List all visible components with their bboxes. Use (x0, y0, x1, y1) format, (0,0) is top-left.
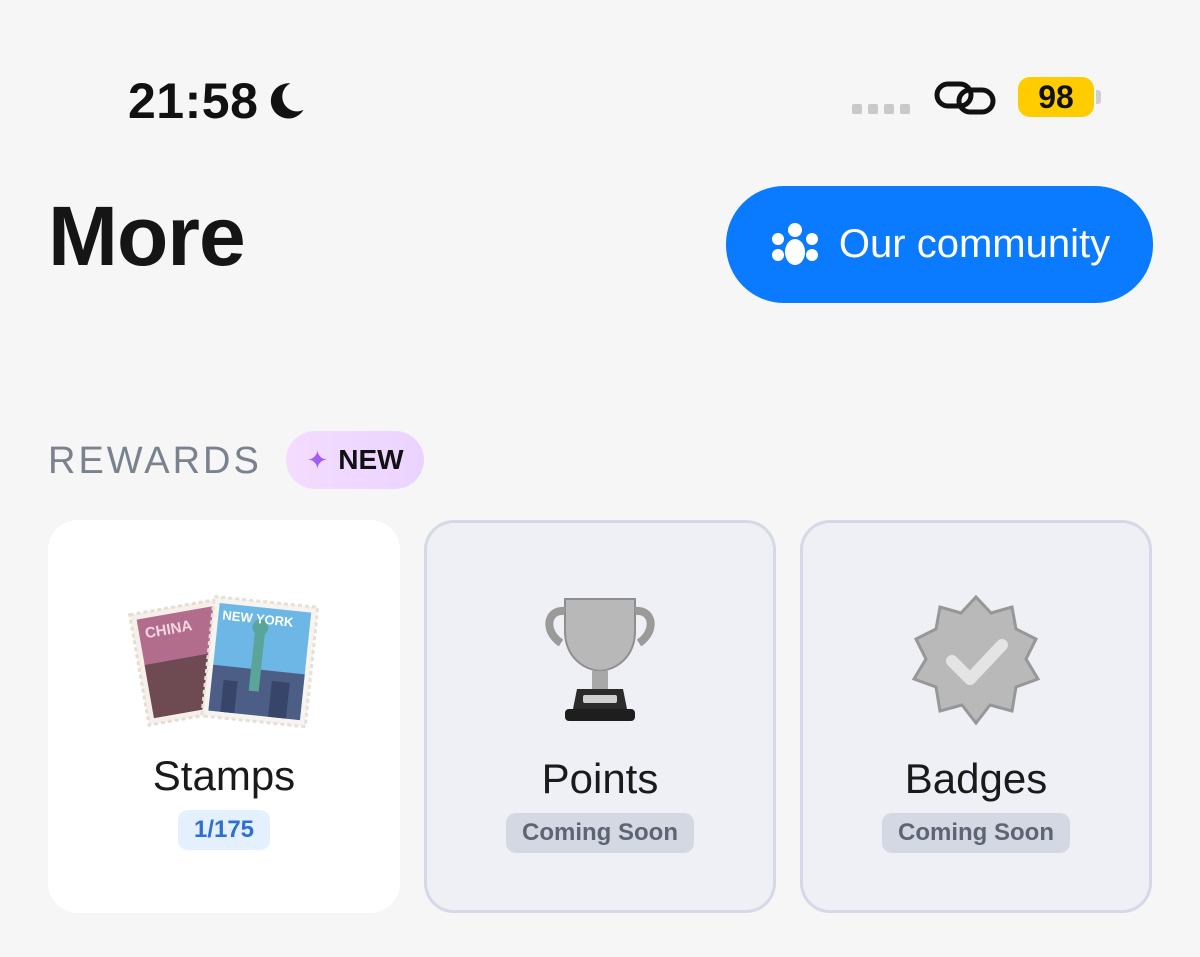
battery-cap (1096, 90, 1101, 104)
status-time: 21:58 (128, 72, 308, 130)
card-title-points: Points (541, 755, 659, 802)
stamps-progress-badge: 1/175 (177, 810, 271, 850)
points-status-badge: Coming Soon (506, 813, 694, 853)
points-art (495, 591, 705, 731)
link-icon (934, 81, 996, 115)
our-community-label: Our community (838, 222, 1111, 266)
time-text: 21:58 (128, 73, 259, 129)
signal-icon (852, 104, 910, 114)
trophy-icon (545, 598, 655, 721)
card-title-badges: Badges (904, 755, 1048, 802)
new-badge-label: NEW (338, 444, 404, 475)
card-title-stamps: Stamps (152, 752, 296, 799)
rewards-section-label: REWARDS (48, 440, 262, 482)
stamps-icon: CHINA NEW YORK (127, 594, 320, 728)
rewards-card-stamps[interactable]: CHINA NEW YORK Stamps 1/175 (48, 520, 400, 913)
page-title: More (48, 189, 246, 283)
battery-indicator: 98 (1018, 77, 1094, 117)
battery-level: 98 (1038, 78, 1074, 115)
stamps-art: CHINA NEW YORK (119, 588, 329, 728)
badge-icon (911, 594, 1041, 726)
community-icon (771, 222, 818, 265)
sparkle-icon: ✦ (306, 444, 329, 475)
badges-art (871, 591, 1081, 731)
new-badge: ✦ NEW (286, 431, 424, 489)
rewards-card-points[interactable]: Points Coming Soon (424, 520, 776, 913)
our-community-button[interactable]: Our community (726, 186, 1153, 303)
more-screen: 21:58 98 More Our community REWARDS ✦ NE… (0, 0, 1200, 957)
rewards-card-badges[interactable]: Badges Coming Soon (800, 520, 1152, 913)
moon-icon (271, 83, 304, 119)
badges-status-badge: Coming Soon (882, 813, 1070, 853)
